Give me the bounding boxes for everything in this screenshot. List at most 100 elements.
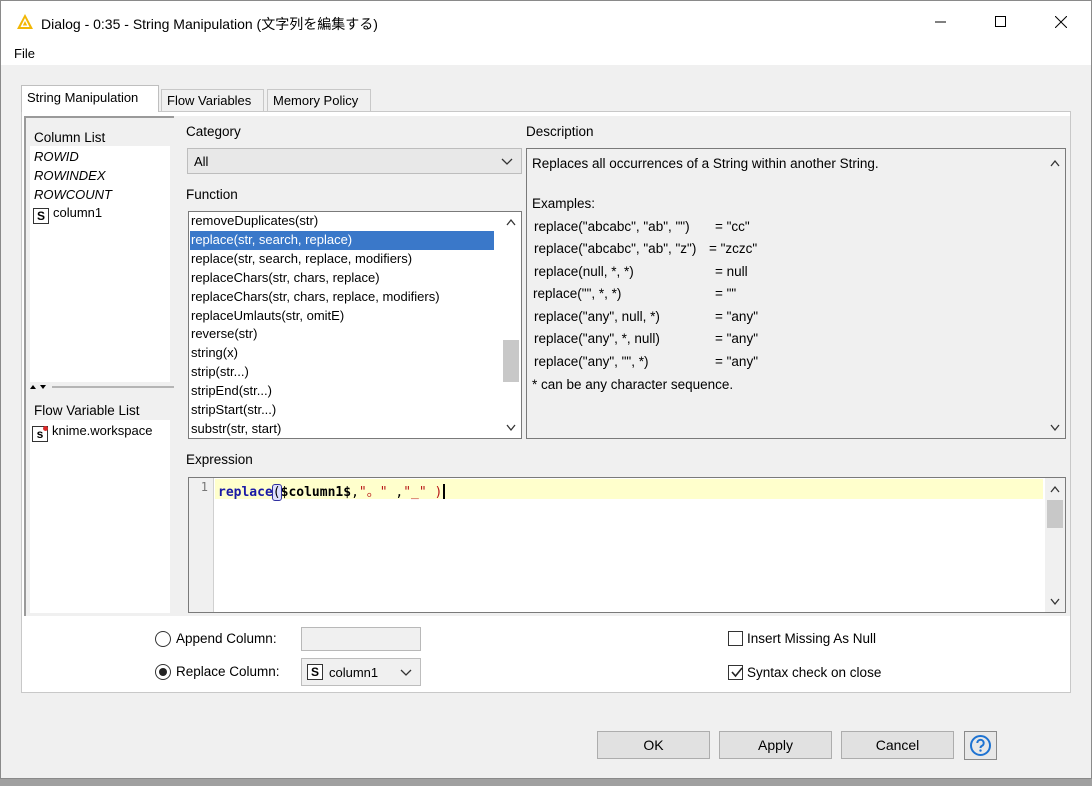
chevron-down-icon — [501, 158, 513, 165]
example-result: = "any" — [715, 354, 758, 369]
example-result: = "cc" — [715, 219, 750, 234]
category-dropdown[interactable]: All — [187, 148, 522, 174]
apply-button[interactable]: Apply — [719, 731, 832, 759]
function-item[interactable]: removeDuplicates(str) — [190, 212, 494, 231]
expression-scrollbar[interactable] — [1045, 478, 1065, 612]
splitter-handle[interactable] — [26, 383, 174, 391]
text-caret — [443, 484, 446, 499]
example-result: = "zczc" — [709, 241, 758, 256]
function-item[interactable]: replace(str, search, replace, modifiers) — [190, 250, 494, 269]
function-item[interactable]: string(x) — [190, 344, 494, 363]
description-summary: Replaces all occurrences of a String wit… — [532, 156, 879, 171]
line-number-gutter: 1 — [189, 478, 214, 612]
column-list-item[interactable]: ROWID — [34, 149, 79, 164]
background-strip — [0, 779, 1092, 786]
code-comma: , — [351, 485, 359, 500]
expression-scroll-thumb[interactable] — [1047, 500, 1063, 528]
code-replace-string: "_" — [403, 485, 427, 500]
syntax-check-checkbox[interactable] — [728, 665, 743, 680]
function-item[interactable]: replaceChars(str, chars, replace) — [190, 269, 494, 288]
code-function-name: replace — [218, 485, 273, 500]
replace-column-dropdown[interactable]: S column1 — [301, 658, 421, 686]
tab-label: Flow Variables — [167, 93, 252, 108]
left-column: Column List ROWID ROWINDEX ROWCOUNT Scol… — [24, 116, 174, 616]
function-item[interactable]: replaceChars(str, chars, replace, modifi… — [190, 288, 494, 307]
column-list-item[interactable]: ROWINDEX — [34, 168, 106, 183]
function-list-scrollbar[interactable] — [501, 212, 521, 438]
example-call: replace(null, *, *) — [534, 264, 634, 279]
function-item[interactable]: reverse(str) — [190, 325, 494, 344]
minimize-icon — [935, 21, 946, 23]
string-flow-variable-icon: s — [32, 426, 48, 442]
example-result: = "" — [715, 286, 737, 301]
chevron-down-icon — [400, 669, 412, 676]
tab-memory-policy[interactable]: Memory Policy — [267, 89, 371, 111]
flow-variable-list-title: Flow Variable List — [34, 403, 140, 418]
main-panel: Column List ROWID ROWINDEX ROWCOUNT Scol… — [21, 111, 1071, 693]
minimize-button[interactable] — [911, 1, 971, 43]
expression-label: Expression — [186, 452, 253, 467]
tab-string-manipulation[interactable]: String Manipulation — [21, 85, 159, 112]
scroll-up-icon — [1050, 159, 1060, 167]
category-label: Category — [186, 124, 241, 139]
ok-button[interactable]: OK — [597, 731, 710, 759]
menu-file[interactable]: File — [14, 46, 35, 61]
editor-area: Column List ROWID ROWINDEX ROWCOUNT Scol… — [24, 116, 1070, 616]
scroll-down-icon — [1050, 598, 1060, 606]
example-call: replace("abcabc", "ab", "z") — [534, 241, 697, 256]
append-column-radio[interactable] — [155, 631, 171, 647]
code-open-paren: ( — [271, 484, 282, 501]
tab-label: String Manipulation — [27, 90, 139, 105]
tab-label: Memory Policy — [273, 93, 359, 108]
maximize-button[interactable] — [971, 1, 1031, 43]
line-number: 1 — [200, 480, 208, 494]
string-type-icon: S — [307, 664, 323, 680]
flow-variable-name: knime.workspace — [52, 423, 153, 438]
function-list[interactable]: removeDuplicates(str) replace(str, searc… — [188, 211, 522, 439]
description-scrollbar[interactable] — [1045, 149, 1065, 438]
expression-code[interactable]: replace($column1$,"。" ,"_" ) — [218, 481, 446, 501]
flow-variable-list[interactable]: s knime.workspace — [30, 420, 170, 613]
title-bar[interactable]: Dialog - 0:35 - String Manipulation (文字列… — [1, 1, 1091, 43]
function-item[interactable]: substr(str, start) — [190, 420, 494, 438]
description-panel: Replaces all occurrences of a String wit… — [526, 148, 1066, 439]
insert-missing-checkbox[interactable] — [728, 631, 743, 646]
cancel-button[interactable]: Cancel — [841, 731, 954, 759]
syntax-check-label: Syntax check on close — [747, 665, 882, 680]
column-list-item[interactable]: ROWCOUNT — [34, 187, 112, 202]
example-call: replace("any", "", *) — [534, 354, 649, 369]
column-list-item-column1[interactable]: Scolumn1 — [33, 205, 102, 224]
flow-variable-item[interactable]: s knime.workspace — [32, 423, 152, 442]
function-list-scroll-thumb[interactable] — [503, 340, 519, 382]
close-button[interactable] — [1031, 1, 1091, 43]
warning-triangle-icon — [17, 14, 33, 29]
column-name: column1 — [53, 205, 103, 220]
close-icon — [1055, 16, 1067, 28]
examples-label: Examples: — [532, 196, 596, 211]
function-item[interactable]: stripStart(str...) — [190, 401, 494, 420]
function-item[interactable]: strip(str...) — [190, 363, 494, 382]
expression-editor[interactable]: 1 replace($column1$,"。" ,"_" ) — [188, 477, 1066, 613]
code-search-string: "。" — [358, 485, 388, 500]
flow-variable-dot — [43, 426, 48, 431]
column-list[interactable]: ROWID ROWINDEX ROWCOUNT Scolumn1 — [30, 146, 170, 382]
code-close-paren: ) — [426, 485, 443, 500]
checkmark-icon — [731, 667, 743, 678]
code-column-ref: $column1$ — [280, 485, 352, 500]
function-item[interactable]: replaceUmlauts(str, omitE) — [190, 307, 494, 326]
function-item-selected[interactable]: replace(str, search, replace) — [190, 231, 494, 250]
help-button[interactable] — [964, 731, 997, 760]
replace-column-value: column1 — [329, 665, 379, 680]
tab-flow-variables[interactable]: Flow Variables — [161, 89, 264, 111]
example-result: = "any" — [715, 331, 758, 346]
scroll-down-icon — [506, 424, 516, 432]
replace-column-label: Replace Column: — [176, 664, 280, 679]
replace-column-radio[interactable] — [155, 664, 171, 680]
current-line-highlight: replace($column1$,"。" ,"_" ) — [215, 479, 1043, 501]
example-call: replace("abcabc", "ab", "") — [534, 219, 690, 234]
string-type-icon: S — [33, 208, 49, 224]
append-column-input[interactable] — [301, 627, 421, 651]
description-note: * can be any character sequence. — [532, 377, 734, 392]
function-item[interactable]: stripEnd(str...) — [190, 382, 494, 401]
example-call: replace("any", *, null) — [534, 331, 660, 346]
